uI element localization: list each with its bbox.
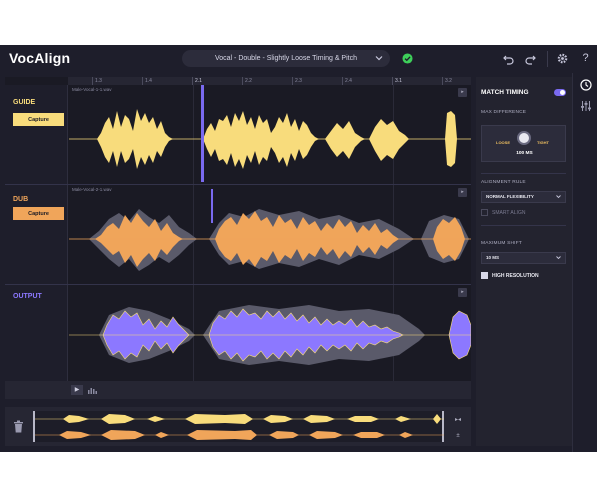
dub-lane[interactable]: DUB Capture Male-Vocal-2-1.wav ▸ [5, 185, 471, 285]
help-icon[interactable]: ? [579, 52, 592, 65]
ruler-tick: 2.3 [292, 77, 302, 85]
overview-zoom-icon[interactable]: ± [453, 431, 463, 441]
match-timing-toggle[interactable] [554, 89, 566, 96]
header-divider [547, 51, 548, 67]
smart-align-label: SMART ALIGN [492, 210, 526, 216]
chevron-down-icon [556, 256, 561, 260]
overview-zoom-fit-icon[interactable]: ▸◂ [453, 415, 463, 425]
ruler-tick: 1.4 [142, 77, 152, 85]
alignment-rule-select[interactable]: NORMAL FLEXIBILITY [481, 191, 566, 203]
check-circle-icon[interactable] [402, 53, 413, 64]
overview-guide-waveform [35, 414, 444, 424]
sliders-icon[interactable] [580, 100, 592, 112]
max-difference-knob[interactable] [517, 131, 531, 145]
maximum-shift-label: MAXIMUM SHIFT [481, 241, 522, 246]
maximum-shift-select[interactable]: 10 MS [481, 252, 566, 264]
knob-loose-label: LOOSE [496, 140, 511, 145]
waveform-editor[interactable]: 1.3 1.4 2.1 2.2 2.3 2.4 3.1 3.2 GUIDE Ca… [5, 77, 471, 399]
dub-title: DUB [13, 196, 29, 203]
high-resolution-label: HIGH RESOLUTION [492, 273, 539, 279]
preset-select[interactable]: Vocal - Double - Slightly Loose Timing &… [182, 50, 390, 67]
chevron-down-icon [375, 56, 383, 61]
preset-label: Vocal - Double - Slightly Loose Timing &… [214, 55, 357, 62]
ruler-tick: 2.4 [342, 77, 352, 85]
panel-divider [481, 225, 566, 226]
output-lane[interactable]: OUTPUT ▸ [5, 285, 471, 381]
guide-capture-button[interactable]: Capture [13, 113, 64, 126]
play-icon[interactable]: ▶ [71, 385, 83, 395]
trash-icon[interactable] [13, 420, 24, 433]
maximum-shift-value: 10 MS [486, 255, 500, 260]
guide-lane-header: GUIDE Capture [5, 85, 68, 184]
header-bar: VocAlign Vocal - Double - Slightly Loose… [0, 45, 597, 73]
guide-lane[interactable]: GUIDE Capture Male-Vocal-1-1.wav ▸ [5, 85, 471, 185]
smart-align-checkbox[interactable] [481, 209, 488, 216]
clock-icon[interactable] [580, 79, 592, 91]
alignment-rule-value: NORMAL FLEXIBILITY [486, 194, 534, 199]
overview-strip[interactable]: ▸◂ ± [5, 407, 471, 446]
dub-playhead[interactable] [211, 189, 213, 223]
ruler-tick: 3.1 [392, 77, 402, 85]
match-timing-title: MATCH TIMING [481, 89, 529, 96]
waveform-bars-icon[interactable] [88, 386, 97, 394]
app-title: VocAlign [9, 50, 71, 66]
chevron-down-icon [556, 195, 561, 199]
guide-playhead[interactable] [201, 85, 204, 182]
ruler-tick: 2.2 [242, 77, 252, 85]
guide-title: GUIDE [13, 99, 36, 106]
overview-dub-waveform [35, 430, 444, 440]
guide-file-name: Male-Vocal-1-1.wav [72, 87, 112, 92]
output-title: OUTPUT [13, 293, 42, 300]
dub-capture-button[interactable]: Capture [13, 207, 64, 220]
settings-panel: MATCH TIMING MAX DIFFERENCE LOOSE TIGHT … [476, 77, 572, 446]
ruler-tick: 3.2 [442, 77, 452, 85]
dub-waveform[interactable] [69, 193, 471, 285]
ruler-tick: 1.3 [92, 77, 102, 85]
max-difference-label: MAX DIFFERENCE [481, 110, 527, 115]
high-resolution-checkbox[interactable] [481, 272, 488, 279]
alignment-rule-label: ALIGNMENT RULE [481, 180, 526, 185]
dub-file-name: Male-Vocal-2-1.wav [72, 187, 112, 192]
guide-waveform[interactable] [69, 93, 471, 185]
redo-icon[interactable] [524, 52, 537, 65]
dub-lane-header: DUB Capture [5, 185, 68, 284]
editor-footer: ▶ [5, 381, 471, 399]
vocalign-window: VocAlign Vocal - Double - Slightly Loose… [0, 45, 597, 452]
timeline-ruler[interactable]: 1.3 1.4 2.1 2.2 2.3 2.4 3.1 3.2 [68, 77, 471, 85]
output-lane-header: OUTPUT [5, 285, 68, 381]
max-difference-control: LOOSE TIGHT 100 MS [481, 125, 566, 162]
panel-divider [481, 173, 566, 174]
output-waveform[interactable] [69, 285, 471, 381]
undo-icon[interactable] [502, 52, 515, 65]
ruler-tick: 2.1 [192, 77, 202, 85]
max-difference-value: 100 MS [516, 151, 533, 156]
knob-tight-label: TIGHT [537, 140, 549, 145]
side-toolbar [572, 73, 597, 452]
gear-icon[interactable] [556, 52, 569, 65]
